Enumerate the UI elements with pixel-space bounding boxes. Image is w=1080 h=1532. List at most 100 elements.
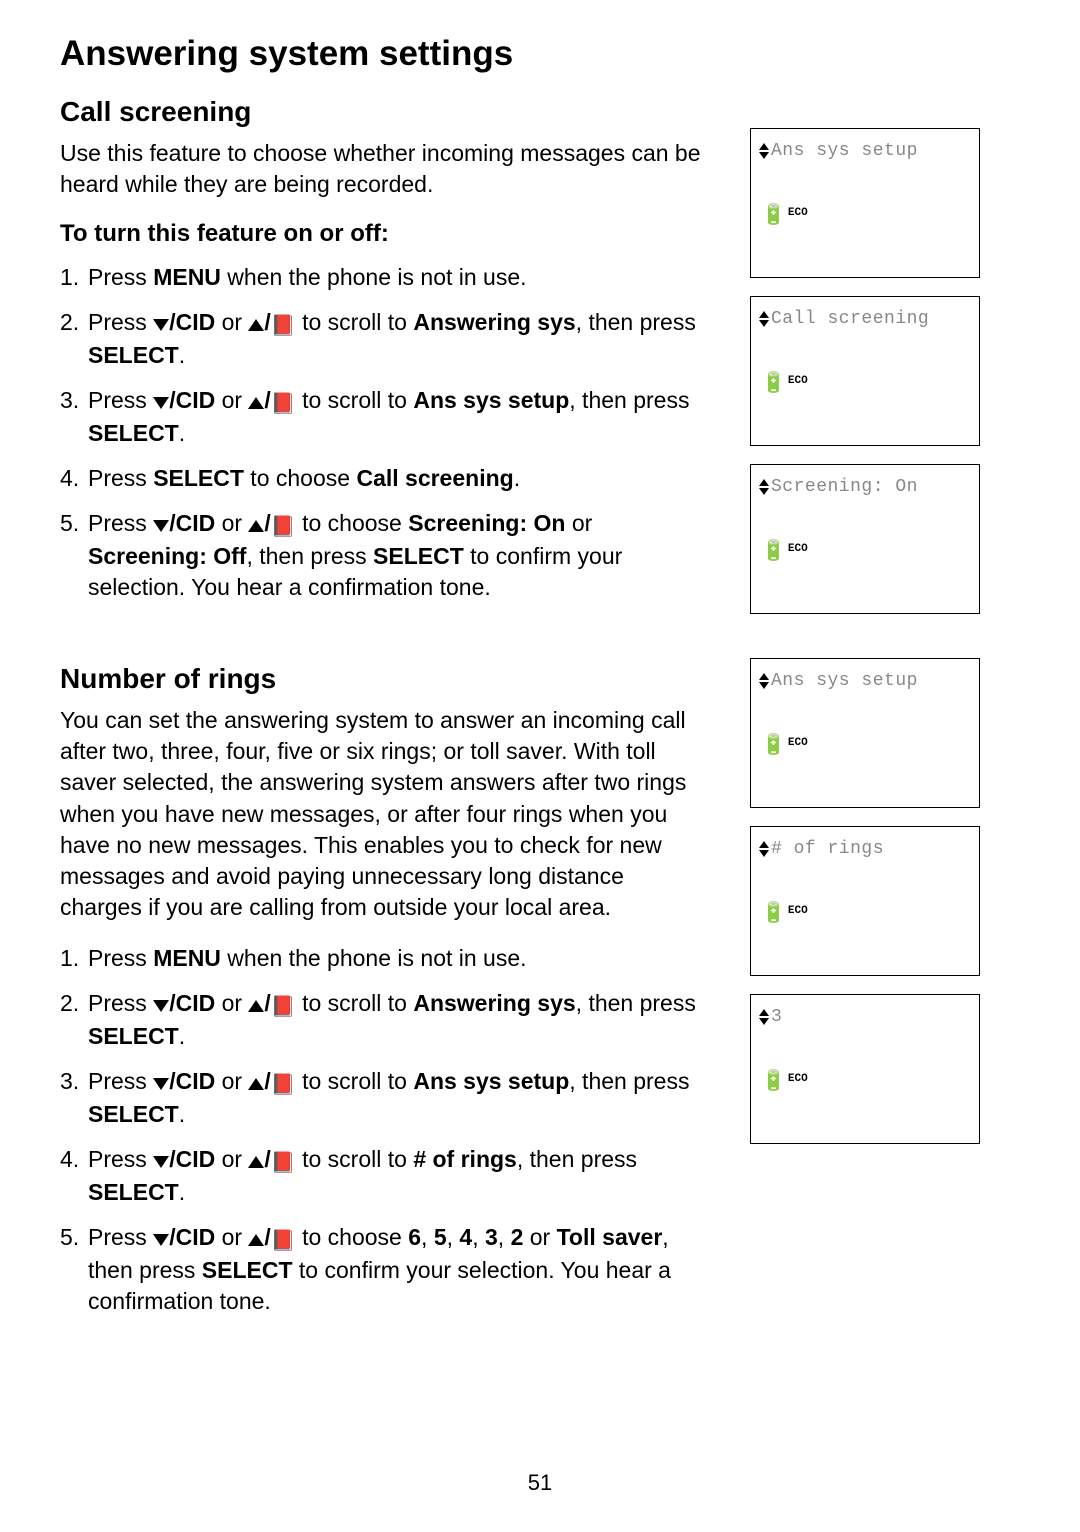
- manual-page: Answering system settings Call screening…: [0, 0, 1080, 1532]
- down-arrow-icon: [153, 520, 169, 532]
- battery-icon: 🔋: [761, 905, 786, 925]
- directory-icon: 📕: [271, 1152, 296, 1174]
- step-number: 5.: [60, 1222, 88, 1317]
- step-body: Press MENU when the phone is not in use.: [88, 262, 710, 293]
- directory-icon: 📕: [271, 315, 296, 337]
- updown-icon: [759, 143, 769, 159]
- number-of-rings-steps: 1. Press MENU when the phone is not in u…: [60, 943, 710, 1317]
- lcd-line: Ans sys setup: [759, 141, 971, 161]
- step-5: 5. Press /CID or /📕 to choose Screening:…: [60, 508, 710, 603]
- directory-icon: 📕: [271, 996, 296, 1018]
- section-heading-call-screening: Call screening: [60, 96, 710, 128]
- lcd-num-rings: # of rings 🔋 ECO: [750, 826, 980, 976]
- step-number: 3.: [60, 1066, 88, 1130]
- lcd-call-screening: Call screening 🔋 ECO: [750, 296, 980, 446]
- page-number: 51: [0, 1470, 1080, 1496]
- lcd-line: Screening: On: [759, 477, 971, 497]
- lcd-status: 🔋 ECO: [761, 737, 808, 757]
- lcd-group-2: Ans sys setup 🔋 ECO # of rings 🔋 ECO: [750, 658, 1000, 1144]
- step-1: 1. Press MENU when the phone is not in u…: [60, 262, 710, 293]
- step-number: 2.: [60, 307, 88, 371]
- lcd-rings-3: 3 🔋 ECO: [750, 994, 980, 1144]
- eco-label: ECO: [788, 208, 808, 219]
- battery-icon: 🔋: [761, 375, 786, 395]
- number-of-rings-intro: You can set the answering system to answ…: [60, 705, 710, 922]
- step-2: 2. Press /CID or /📕 to scroll to Answeri…: [60, 988, 710, 1052]
- updown-icon: [759, 479, 769, 495]
- step-body: Press /CID or /📕 to scroll to Ans sys se…: [88, 1066, 710, 1130]
- battery-icon: 🔋: [761, 543, 786, 563]
- directory-icon: 📕: [271, 1230, 296, 1252]
- up-arrow-icon: [248, 1156, 264, 1168]
- updown-icon: [759, 1009, 769, 1025]
- lcd-status: 🔋 ECO: [761, 207, 808, 227]
- down-arrow-icon: [153, 1078, 169, 1090]
- up-arrow-icon: [248, 1078, 264, 1090]
- up-arrow-icon: [248, 520, 264, 532]
- step-1: 1. Press MENU when the phone is not in u…: [60, 943, 710, 974]
- step-number: 2.: [60, 988, 88, 1052]
- step-number: 4.: [60, 463, 88, 494]
- down-arrow-icon: [153, 1234, 169, 1246]
- step-body: Press /CID or /📕 to scroll to Ans sys se…: [88, 385, 710, 449]
- down-arrow-icon: [153, 1000, 169, 1012]
- lcd-line: 3: [759, 1007, 971, 1027]
- lcd-line: Call screening: [759, 309, 971, 329]
- directory-icon: 📕: [271, 393, 296, 415]
- directory-icon: 📕: [271, 516, 296, 538]
- step-4: 4. Press /CID or /📕 to scroll to # of ri…: [60, 1144, 710, 1208]
- lcd-ans-sys-setup: Ans sys setup 🔋 ECO: [750, 128, 980, 278]
- directory-icon: 📕: [271, 1074, 296, 1096]
- eco-label: ECO: [788, 738, 808, 749]
- battery-icon: 🔋: [761, 737, 786, 757]
- down-arrow-icon: [153, 319, 169, 331]
- step-number: 4.: [60, 1144, 88, 1208]
- lcd-screening-on: Screening: On 🔋 ECO: [750, 464, 980, 614]
- updown-icon: [759, 673, 769, 689]
- step-number: 1.: [60, 262, 88, 293]
- step-body: Press /CID or /📕 to choose Screening: On…: [88, 508, 710, 603]
- eco-label: ECO: [788, 1074, 808, 1085]
- lcd-status: 🔋 ECO: [761, 375, 808, 395]
- down-arrow-icon: [153, 397, 169, 409]
- up-arrow-icon: [248, 397, 264, 409]
- right-column: Ans sys setup 🔋 ECO Call screening 🔋 ECO: [750, 34, 1000, 1331]
- step-body: Press SELECT to choose Call screening.: [88, 463, 710, 494]
- step-body: Press MENU when the phone is not in use.: [88, 943, 710, 974]
- battery-icon: 🔋: [761, 207, 786, 227]
- step-body: Press /CID or /📕 to scroll to Answering …: [88, 988, 710, 1052]
- step-number: 3.: [60, 385, 88, 449]
- lcd-status: 🔋 ECO: [761, 905, 808, 925]
- eco-label: ECO: [788, 544, 808, 555]
- eco-label: ECO: [788, 376, 808, 387]
- down-arrow-icon: [153, 1156, 169, 1168]
- step-number: 1.: [60, 943, 88, 974]
- lcd-line: Ans sys setup: [759, 671, 971, 691]
- step-body: Press /CID or /📕 to choose 6, 5, 4, 3, 2…: [88, 1222, 710, 1317]
- left-column: Answering system settings Call screening…: [60, 34, 710, 1331]
- step-5: 5. Press /CID or /📕 to choose 6, 5, 4, 3…: [60, 1222, 710, 1317]
- step-body: Press /CID or /📕 to scroll to Answering …: [88, 307, 710, 371]
- lcd-line: # of rings: [759, 839, 971, 859]
- step-3: 3. Press /CID or /📕 to scroll to Ans sys…: [60, 1066, 710, 1130]
- lcd-status: 🔋 ECO: [761, 543, 808, 563]
- battery-icon: 🔋: [761, 1073, 786, 1093]
- step-body: Press /CID or /📕 to scroll to # of rings…: [88, 1144, 710, 1208]
- lcd-status: 🔋 ECO: [761, 1073, 808, 1093]
- up-arrow-icon: [248, 1000, 264, 1012]
- subheading-turn-on-off: To turn this feature on or off:: [60, 220, 710, 248]
- updown-icon: [759, 841, 769, 857]
- page-title: Answering system settings: [60, 34, 710, 74]
- updown-icon: [759, 311, 769, 327]
- step-4: 4. Press SELECT to choose Call screening…: [60, 463, 710, 494]
- step-3: 3. Press /CID or /📕 to scroll to Ans sys…: [60, 385, 710, 449]
- eco-label: ECO: [788, 906, 808, 917]
- up-arrow-icon: [248, 1234, 264, 1246]
- call-screening-steps: 1. Press MENU when the phone is not in u…: [60, 262, 710, 603]
- up-arrow-icon: [248, 319, 264, 331]
- content-columns: Answering system settings Call screening…: [60, 34, 1020, 1331]
- step-2: 2. Press /CID or /📕 to scroll to Answeri…: [60, 307, 710, 371]
- section-heading-number-of-rings: Number of rings: [60, 663, 710, 695]
- step-number: 5.: [60, 508, 88, 603]
- lcd-ans-sys-setup-2: Ans sys setup 🔋 ECO: [750, 658, 980, 808]
